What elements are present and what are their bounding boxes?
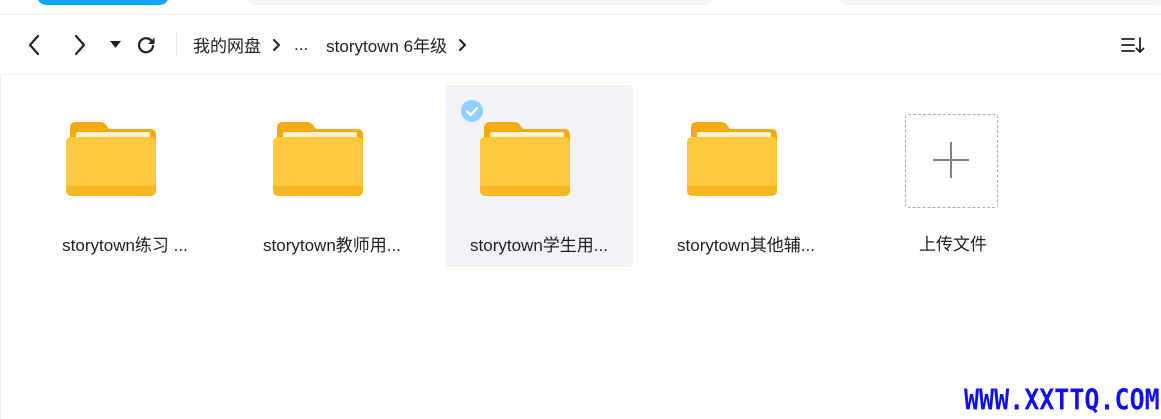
chevron-right-icon [74,34,86,55]
folder-name: storytown学生用... [470,236,608,255]
breadcrumb-ellipsis[interactable]: ... [294,35,308,55]
upload-file-label[interactable]: 上传文件 [857,230,1049,255]
back-button[interactable] [18,15,50,74]
folder-icon [273,122,363,196]
chevron-left-icon [28,34,40,55]
nav-divider [176,33,177,57]
folder-name: storytown教师用... [263,236,401,255]
sort-list-icon [1121,36,1145,53]
folder-item-3[interactable]: storytown其他辅... [652,85,840,267]
chevron-right-icon [272,38,281,52]
search-bar[interactable] [245,0,715,5]
primary-action-button[interactable] [37,0,169,5]
breadcrumb-root[interactable]: 我的网盘 [193,32,261,57]
content-left-border [0,75,1,419]
folder-name: storytown其他辅... [677,236,815,255]
folder-item-2[interactable]: storytown学生用... [445,85,633,267]
breadcrumb-current[interactable]: storytown 6年级 [326,32,447,57]
secondary-toolbar[interactable] [838,0,1161,5]
refresh-button[interactable] [133,15,159,74]
history-dropdown-button[interactable] [106,15,124,74]
plus-icon [933,142,969,178]
upload-file-button[interactable] [905,114,998,208]
folder-icon [687,122,777,196]
watermark-text: WWW.XXTTQ.COM [964,383,1160,417]
navigation-bar: 我的网盘 ... storytown 6年级 [0,15,1161,75]
caret-down-icon [109,40,121,48]
top-toolbar-strip [0,0,1161,15]
folder-item-0[interactable]: storytown练习 ... [31,85,219,267]
folder-icon [480,122,570,196]
breadcrumb: 我的网盘 ... storytown 6年级 [193,15,480,74]
refresh-icon [137,36,155,53]
folder-item-1[interactable]: storytown教师用... [238,85,426,267]
sort-button[interactable] [1116,15,1150,74]
forward-button[interactable] [64,15,96,74]
folder-name: storytown练习 ... [62,236,188,255]
folder-icon [66,122,156,196]
chevron-right-icon [458,38,467,52]
